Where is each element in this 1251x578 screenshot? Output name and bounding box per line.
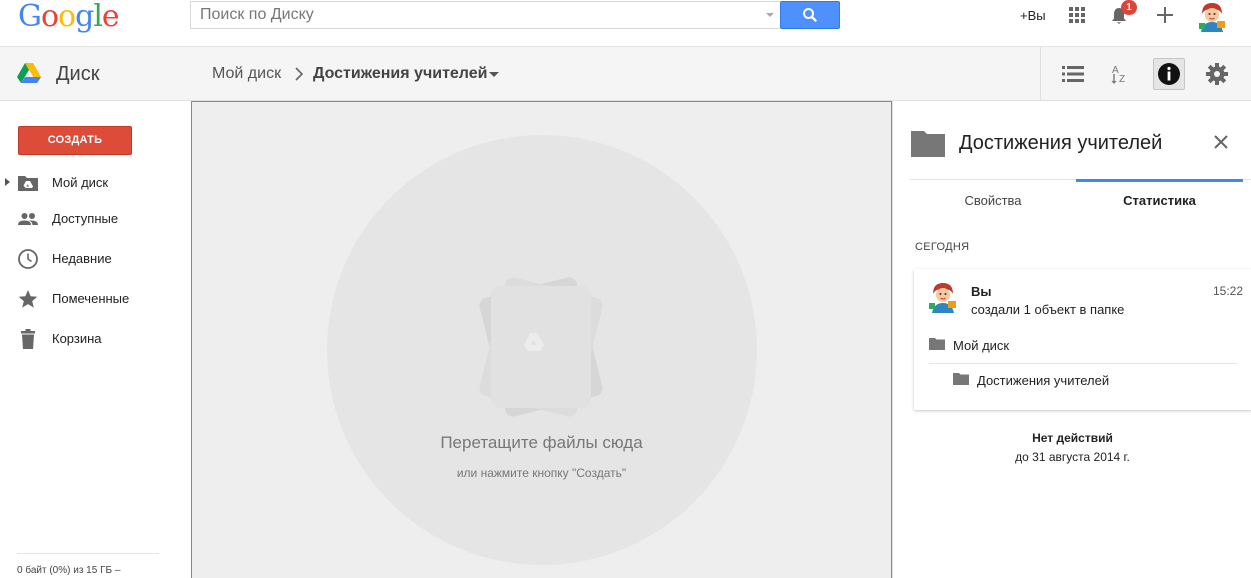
google-drive-logo-icon[interactable] xyxy=(17,62,41,84)
svg-text:Z: Z xyxy=(1119,74,1125,84)
activity-child-folder[interactable]: Достижения учителей xyxy=(977,373,1109,388)
folder-icon xyxy=(911,131,945,157)
sidebar: СОЗДАТЬ Мой диск Доступные Недавние Поме… xyxy=(0,101,190,578)
chevron-right-icon xyxy=(295,67,304,81)
storage-usage-text: 0 байт (0%) из 15 ГБ – xyxy=(17,565,121,576)
activity-user-avatar xyxy=(926,279,960,313)
sidebar-item-label: Недавние xyxy=(52,251,112,266)
activity-description: создали 1 объект в папке xyxy=(971,302,1125,317)
logo-letter: G xyxy=(18,0,42,34)
google-logo[interactable]: Google xyxy=(18,0,120,34)
toolbar-divider xyxy=(1040,47,1041,101)
details-toggle-button[interactable] xyxy=(1153,58,1185,90)
sidebar-item-label: Доступные xyxy=(52,211,119,226)
info-icon xyxy=(1158,63,1180,85)
folder-icon xyxy=(953,373,969,385)
activity-divider xyxy=(929,363,1237,364)
activity-time: 15:22 xyxy=(1213,284,1244,298)
drive-app-title[interactable]: Диск xyxy=(56,63,99,86)
top-bar: Google +Вы 1 xyxy=(0,0,1251,46)
logo-letter: e xyxy=(101,0,120,34)
drive-header: Диск Мой диск Достижения учителей A Z xyxy=(0,46,1251,101)
expand-arrow-icon[interactable] xyxy=(5,178,10,186)
folder-menu-caret-icon[interactable] xyxy=(489,72,499,77)
search-input[interactable] xyxy=(191,2,751,28)
logo-letter: o xyxy=(58,0,76,34)
sidebar-item-recent[interactable]: Недавние xyxy=(0,241,190,277)
plus-you-link[interactable]: +Вы xyxy=(1020,8,1046,23)
sidebar-item-my-drive[interactable]: Мой диск xyxy=(0,165,190,201)
logo-letter: g xyxy=(75,0,94,34)
people-icon xyxy=(18,213,38,225)
plus-icon[interactable] xyxy=(1153,3,1177,27)
breadcrumb-current-folder[interactable]: Достижения учителей xyxy=(313,65,487,83)
storage-divider xyxy=(17,553,159,554)
drop-zone-subtitle: или нажмите кнопку "Создать" xyxy=(456,466,627,480)
user-avatar[interactable] xyxy=(1196,0,1228,32)
activity-user-name: Вы xyxy=(971,284,992,299)
breadcrumb-my-drive[interactable]: Мой диск xyxy=(212,65,281,83)
tab-statistics[interactable]: Статистика xyxy=(1076,179,1243,225)
today-section-label: СЕГОДНЯ xyxy=(915,241,970,253)
details-panel: Достижения учителей Свойства Статистика … xyxy=(892,101,1251,578)
tab-label: Статистика xyxy=(1123,193,1196,208)
notification-count-badge[interactable]: 1 xyxy=(1121,0,1137,15)
trash-icon xyxy=(21,329,35,349)
sidebar-item-label: Мой диск xyxy=(52,175,109,190)
sidebar-item-label: Помеченные xyxy=(52,291,130,306)
logo-letter: l xyxy=(93,0,103,34)
list-view-icon[interactable] xyxy=(1062,65,1084,83)
search-icon xyxy=(803,8,817,22)
file-drop-zone[interactable]: Перетащите файлы сюда или нажмите кнопку… xyxy=(191,101,892,578)
no-actions-date: до 31 августа 2014 г. xyxy=(1015,450,1130,464)
folder-icon xyxy=(929,338,945,350)
no-actions-title: Нет действий xyxy=(1032,431,1113,445)
search-box[interactable] xyxy=(190,1,780,29)
clock-icon xyxy=(18,249,38,269)
search-button[interactable] xyxy=(780,1,840,29)
search-options-caret-icon[interactable] xyxy=(766,13,774,17)
stacked-documents-icon xyxy=(479,277,603,417)
star-icon xyxy=(18,290,38,308)
create-button[interactable]: СОЗДАТЬ xyxy=(18,126,132,155)
close-icon[interactable] xyxy=(1213,134,1229,150)
sidebar-item-starred[interactable]: Помеченные xyxy=(0,281,190,317)
activity-card[interactable]: Вы 15:22 создали 1 объект в папке Мой ди… xyxy=(914,269,1251,410)
sidebar-item-shared[interactable]: Доступные xyxy=(0,201,190,237)
drop-zone-title: Перетащите файлы сюда xyxy=(440,433,643,452)
activity-parent-folder[interactable]: Мой диск xyxy=(953,338,1009,353)
svg-text:A: A xyxy=(1112,65,1119,76)
apps-grid-icon[interactable] xyxy=(1069,7,1085,23)
logo-letter: o xyxy=(40,0,59,34)
sort-az-icon[interactable]: A Z xyxy=(1110,62,1132,84)
settings-gear-icon[interactable] xyxy=(1205,62,1229,86)
drive-folder-icon xyxy=(18,176,38,191)
details-panel-title: Достижения учителей xyxy=(959,132,1163,154)
sidebar-item-trash[interactable]: Корзина xyxy=(0,321,190,357)
sidebar-item-label: Корзина xyxy=(52,331,102,346)
tab-properties[interactable]: Свойства xyxy=(910,179,1076,225)
